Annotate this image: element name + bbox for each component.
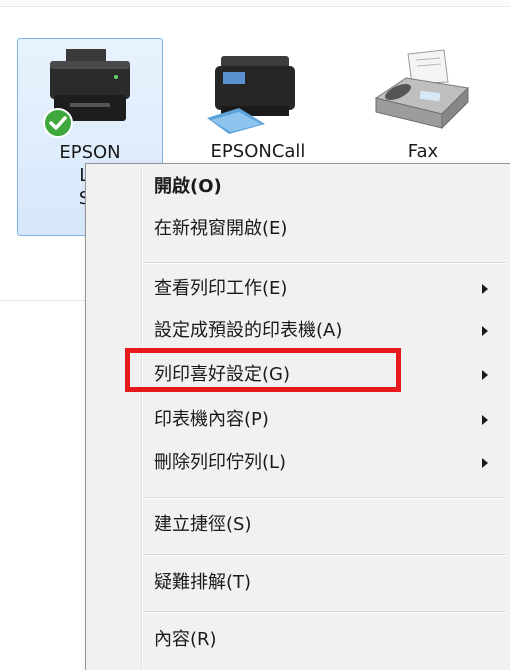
device-label-line: EPSON <box>59 142 121 163</box>
menu-item-label: 設定成預設的印表機(A) <box>154 320 343 341</box>
annotation-highlight-box <box>125 348 401 392</box>
submenu-arrow-icon <box>482 458 488 468</box>
menu-item-label: 疑難排解(T) <box>154 572 252 593</box>
submenu-arrow-icon <box>482 370 488 380</box>
menu-item-label: 內容(R) <box>154 629 217 650</box>
menu-item-properties[interactable]: 內容(R) <box>88 619 508 661</box>
device-fax[interactable]: Fax <box>350 38 496 168</box>
multifunction-printer-icon <box>207 56 295 134</box>
menu-item-label: 印表機內容(P) <box>154 409 269 430</box>
menu-item-open-new-window[interactable]: 在新視窗開啟(E) <box>88 208 508 250</box>
menu-item-printer-properties[interactable]: 印表機內容(P) <box>88 399 508 441</box>
device-epsoncall[interactable]: EPSONCall <box>185 38 331 168</box>
fax-icon <box>374 49 470 130</box>
menu-item-label: 刪除列印佇列(L) <box>154 452 287 473</box>
menu-item-label: 建立捷徑(S) <box>154 514 252 535</box>
menu-item-label: 在新視窗開啟(E) <box>154 218 288 239</box>
submenu-arrow-icon <box>482 415 488 425</box>
devices-window: EPSON L3 Se EPSONCall Fax <box>0 0 510 670</box>
menu-item-create-shortcut[interactable]: 建立捷徑(S) <box>88 504 508 546</box>
top-divider <box>0 0 510 7</box>
menu-separator <box>144 262 506 264</box>
menu-item-troubleshoot[interactable]: 疑難排解(T) <box>88 562 508 604</box>
menu-separator <box>144 611 506 613</box>
menu-item-see-print-jobs[interactable]: 查看列印工作(E) <box>88 268 508 310</box>
device-label-fax: Fax <box>407 141 439 162</box>
submenu-arrow-icon <box>482 284 488 294</box>
menu-item-label: 開啟(O) <box>154 176 222 197</box>
default-check-icon <box>43 108 73 138</box>
menu-item-set-default-printer[interactable]: 設定成預設的印表機(A) <box>88 310 508 352</box>
menu-item-remove-print-queue[interactable]: 刪除列印佇列(L) <box>88 442 508 484</box>
menu-item-label: 查看列印工作(E) <box>154 278 288 299</box>
device-label-epsoncall: EPSONCall <box>210 141 306 162</box>
menu-separator <box>144 554 506 556</box>
menu-item-open[interactable]: 開啟(O) <box>88 166 508 208</box>
menu-separator <box>144 497 506 499</box>
context-menu: 開啟(O) 在新視窗開啟(E) 查看列印工作(E) 設定成預設的印表機(A) 列… <box>85 163 510 670</box>
submenu-arrow-icon <box>482 326 488 336</box>
